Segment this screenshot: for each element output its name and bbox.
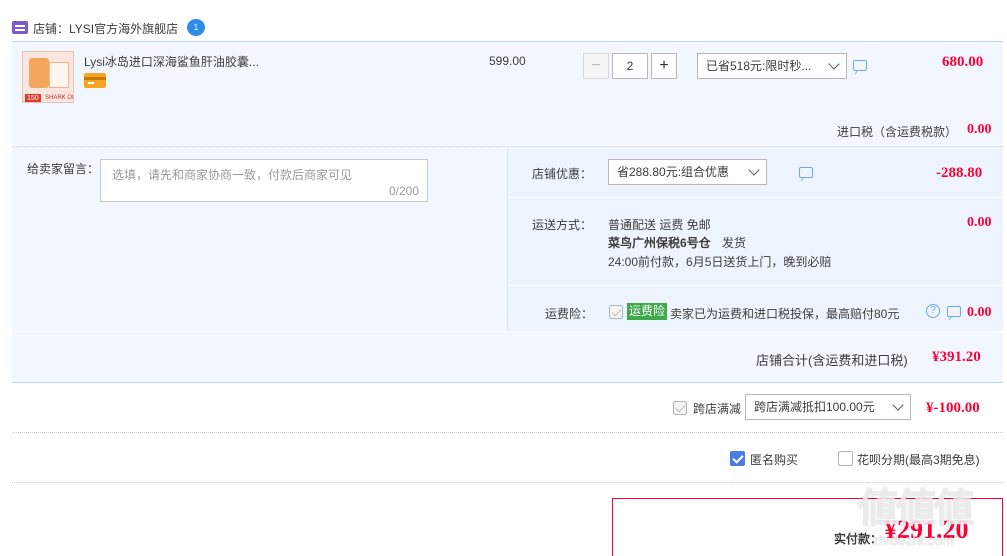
cross-store-select[interactable]: 跨店满减抵扣100.00元 — [745, 394, 911, 420]
chevron-down-icon — [892, 399, 904, 411]
shop-total-value: ¥391.20 — [932, 349, 981, 365]
cross-store-select-value: 跨店满减抵扣100.00元 — [754, 400, 875, 414]
insurance-checkbox — [609, 305, 623, 319]
quantity-plus-button[interactable]: + — [651, 53, 677, 79]
huabei-checkbox[interactable] — [838, 451, 853, 466]
shop-header: 店铺：LYSI官方海外旗舰店 1 — [12, 18, 412, 38]
shop-discount-select-value: 省288.80元:组合优惠 — [617, 165, 730, 179]
item-promo-select[interactable]: 已省518元:限时秒... — [697, 53, 847, 79]
shop-discount-value: -288.80 — [936, 165, 983, 181]
chat-icon[interactable] — [853, 60, 867, 71]
quantity-input[interactable]: 2 — [612, 53, 648, 79]
seller-message-label: 给卖家留言： — [27, 162, 100, 176]
help-icon[interactable]: ? — [926, 304, 940, 318]
shipping-warehouse-tail: 发货 — [722, 236, 747, 250]
seller-message-textarea[interactable]: 选填，请先和商家协商一致，付款后商家可见 0/200 — [100, 159, 428, 202]
shipping-warehouse: 菜鸟广州保税6号仓 发货 — [608, 234, 746, 251]
shop-total-label: 店铺合计(含运费和进口税) — [756, 353, 908, 368]
insurance-label: 运费险： — [545, 307, 594, 321]
shop-discount-label: 店铺优惠： — [532, 167, 593, 181]
seller-message-counter: 0/200 — [388, 184, 419, 198]
shop-icon — [12, 21, 28, 34]
shop-name[interactable]: 店铺：LYSI官方海外旗舰店 — [33, 20, 178, 37]
product-title[interactable]: Lysi冰岛进口深海鲨鱼肝油胶囊... — [84, 53, 259, 70]
quantity-minus-button[interactable]: − — [583, 53, 609, 79]
thumb-caption: SHARK OIL — [45, 95, 74, 101]
insurance-tag: 运费险 — [627, 303, 668, 320]
anonymous-checkbox[interactable] — [730, 451, 745, 466]
import-tax-value: 0.00 — [967, 122, 992, 137]
shipping-delivery-note: 24:00前付款，6月5日送货上门，晚到必赔 — [608, 255, 832, 269]
thumb-badge: 150 — [25, 94, 41, 102]
chevron-down-icon — [748, 164, 760, 176]
unit-price: 599.00 — [489, 54, 526, 68]
shop-discount-select[interactable]: 省288.80元:组合优惠 — [608, 159, 767, 185]
seller-message-placeholder: 选填，请先和商家协商一致，付款后商家可见 — [112, 168, 353, 182]
huabei-label[interactable]: 花呗分期(最高3期免息) — [857, 451, 980, 468]
insurance-value: 0.00 — [967, 305, 992, 320]
shipping-label: 运送方式： — [532, 218, 593, 232]
chat-icon[interactable] — [946, 306, 961, 317]
cross-store-value: ¥-100.00 — [926, 400, 980, 416]
anonymous-label[interactable]: 匿名购买 — [750, 451, 798, 468]
insurance-text: 卖家已为运费和进口税投保，最高赔付80元 — [670, 307, 900, 321]
shipping-warehouse-name: 菜鸟广州保税6号仓 — [608, 236, 711, 250]
cross-store-label: 跨店满减 — [693, 402, 742, 416]
shipping-value: 0.00 — [967, 215, 992, 230]
product-bottle-icon — [29, 58, 49, 88]
item-promo-select-value: 已省518元:限时秒... — [706, 59, 812, 73]
chevron-down-icon — [828, 58, 840, 70]
watermark-logo: 値値値 — [858, 487, 974, 531]
import-tax-label: 进口税（含运费税款） — [837, 125, 958, 139]
chat-icon[interactable] — [799, 167, 814, 178]
product-thumbnail[interactable]: 150 SHARK OIL — [22, 51, 74, 103]
wangwang-icon[interactable]: 1 — [187, 19, 205, 36]
card-icon — [84, 73, 106, 88]
watermark-url: zhidezhi.com — [872, 532, 954, 548]
item-subtotal: 680.00 — [942, 54, 984, 70]
cross-store-checkbox — [673, 401, 687, 415]
shipping-line1: 普通配送 运费 免邮 — [608, 218, 711, 232]
